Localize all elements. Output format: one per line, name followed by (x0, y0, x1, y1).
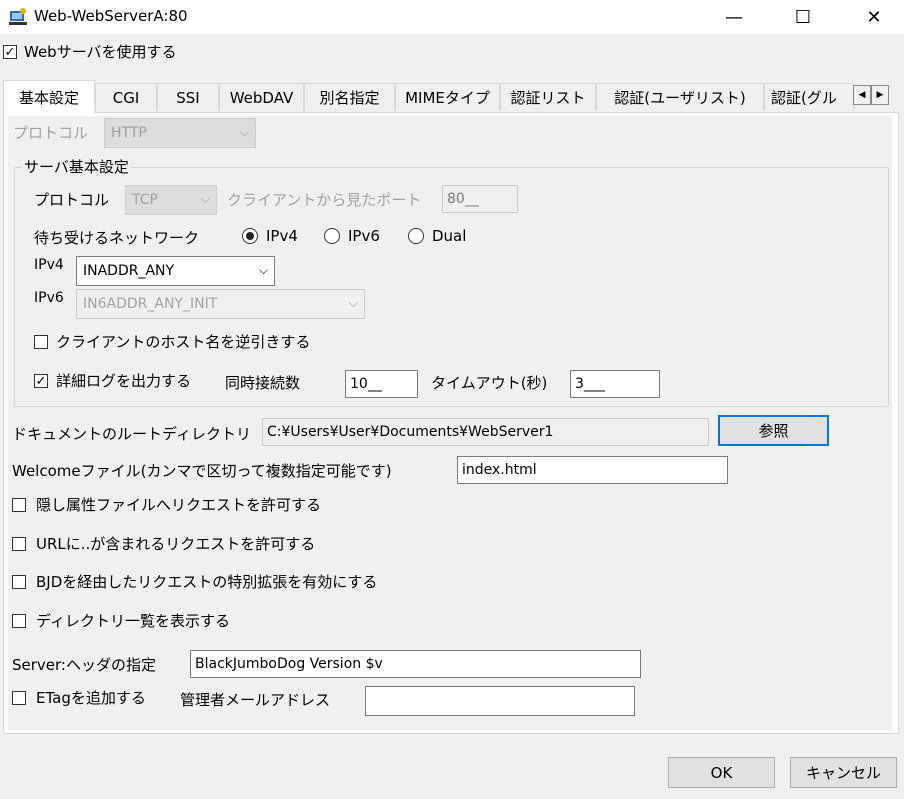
tab-ssi[interactable]: SSI (157, 83, 219, 111)
timeout-input[interactable]: 3___ (570, 370, 660, 398)
ipv6-address-label: IPv6 (34, 290, 64, 306)
hidden-files-checkbox[interactable] (12, 498, 26, 512)
tab-scroll-left-button[interactable]: ◀ (853, 85, 871, 105)
tab-alias[interactable]: 別名指定 (304, 83, 395, 111)
cancel-button[interactable]: キャンセル (790, 757, 897, 788)
admin-mail-input[interactable] (365, 686, 635, 716)
doc-root-input[interactable]: C:¥Users¥User¥Documents¥WebServer1 (262, 418, 709, 446)
use-web-server-checkbox[interactable]: ✓ (3, 45, 17, 59)
dual-radio-label: Dual (432, 227, 467, 245)
ok-button[interactable]: OK (668, 757, 775, 788)
welcome-input[interactable]: index.html (457, 456, 728, 484)
dir-list-label: ディレクトリ一覧を表示する (36, 612, 230, 630)
detail-log-checkbox[interactable]: ✓ (34, 374, 48, 388)
server-header-input[interactable]: BlackJumboDog Version $v (190, 650, 641, 678)
tab-cgi[interactable]: CGI (95, 83, 157, 111)
tab-webdav[interactable]: WebDAV (219, 83, 304, 111)
etag-label: ETagを追加する (36, 689, 146, 707)
client-port-input[interactable]: 80__ (442, 185, 518, 213)
minimize-icon: — (725, 6, 743, 28)
tab-auth-user[interactable]: 認証(ユーザリスト) (596, 83, 764, 111)
chevron-down-icon: ⌵ (258, 263, 268, 277)
sb-protocol-label: プロトコル (34, 191, 110, 209)
concurrent-input[interactable]: 10__ (345, 370, 418, 398)
ipv4-radio-label: IPv4 (266, 227, 298, 245)
sb-protocol-select[interactable]: TCP ⌵ (125, 185, 217, 215)
ipv4-address-select[interactable]: INADDR_ANY ⌵ (76, 256, 275, 286)
etag-checkbox[interactable] (12, 691, 26, 705)
ipv6-address-select[interactable]: IN6ADDR_ANY_INIT ⌵ (76, 289, 365, 319)
arrow-left-icon: ◀ (858, 90, 866, 100)
tab-basic[interactable]: 基本設定 (3, 80, 95, 113)
dir-list-checkbox[interactable] (12, 614, 26, 628)
bjd-ext-checkbox[interactable] (12, 575, 26, 589)
app-icon (9, 8, 27, 25)
close-button[interactable]: ✕ (851, 0, 897, 34)
reverse-lookup-checkbox[interactable] (34, 335, 48, 349)
maximize-icon: ☐ (794, 6, 812, 28)
tab-auth-list[interactable]: 認証リスト (500, 83, 596, 111)
maximize-button[interactable]: ☐ (780, 0, 826, 34)
url-dots-checkbox[interactable] (12, 537, 26, 551)
detail-log-label: 詳細ログを出力する (56, 372, 192, 390)
chevron-down-icon: ⌵ (348, 296, 358, 310)
hidden-files-label: 隠し属性ファイルへリクエストを許可する (36, 496, 322, 514)
chevron-down-icon: ⌵ (239, 125, 249, 139)
ipv6-radio-label: IPv6 (348, 227, 380, 245)
tab-mime[interactable]: MIMEタイプ (395, 83, 500, 111)
close-icon: ✕ (866, 6, 882, 28)
tab-auth-group[interactable]: 認証(グル (764, 83, 854, 111)
reverse-lookup-label: クライアントのホスト名を逆引きする (56, 333, 311, 351)
ipv4-address-label: IPv4 (34, 257, 64, 273)
doc-root-label: ドキュメントのルートディレクトリ (12, 425, 251, 443)
tab-scroll-right-button[interactable]: ▶ (871, 85, 889, 105)
concurrent-label: 同時接続数 (225, 374, 301, 392)
admin-mail-label: 管理者メールアドレス (180, 691, 331, 709)
server-basic-title: サーバ基本設定 (22, 156, 131, 177)
client-port-label: クライアントから見たポート (227, 191, 422, 209)
arrow-right-icon: ▶ (876, 90, 884, 100)
protocol-label: プロトコル (13, 124, 89, 142)
chevron-down-icon: ⌵ (200, 192, 210, 206)
listen-network-label: 待ち受けるネットワーク (34, 229, 200, 247)
dual-radio[interactable] (408, 228, 424, 244)
timeout-label: タイムアウト(秒) (431, 374, 548, 392)
url-dots-label: URLに..が含まれるリクエストを許可する (36, 535, 316, 553)
protocol-select[interactable]: HTTP ⌵ (104, 118, 256, 148)
ipv4-radio[interactable] (242, 228, 258, 244)
bjd-ext-label: BJDを経由したリクエストの特別拡張を有効にする (36, 573, 378, 591)
server-header-label: Server:ヘッダの指定 (12, 656, 156, 674)
window-edge (904, 34, 911, 799)
ipv6-radio[interactable] (324, 228, 340, 244)
use-web-server-label: Webサーバを使用する (24, 43, 177, 61)
welcome-label: Welcomeファイル(カンマで区切って複数指定可能です) (12, 462, 392, 480)
browse-button[interactable]: 参照 (718, 415, 829, 446)
minimize-button[interactable]: — (711, 0, 757, 34)
window-title: Web-WebServerA:80 (34, 7, 188, 25)
